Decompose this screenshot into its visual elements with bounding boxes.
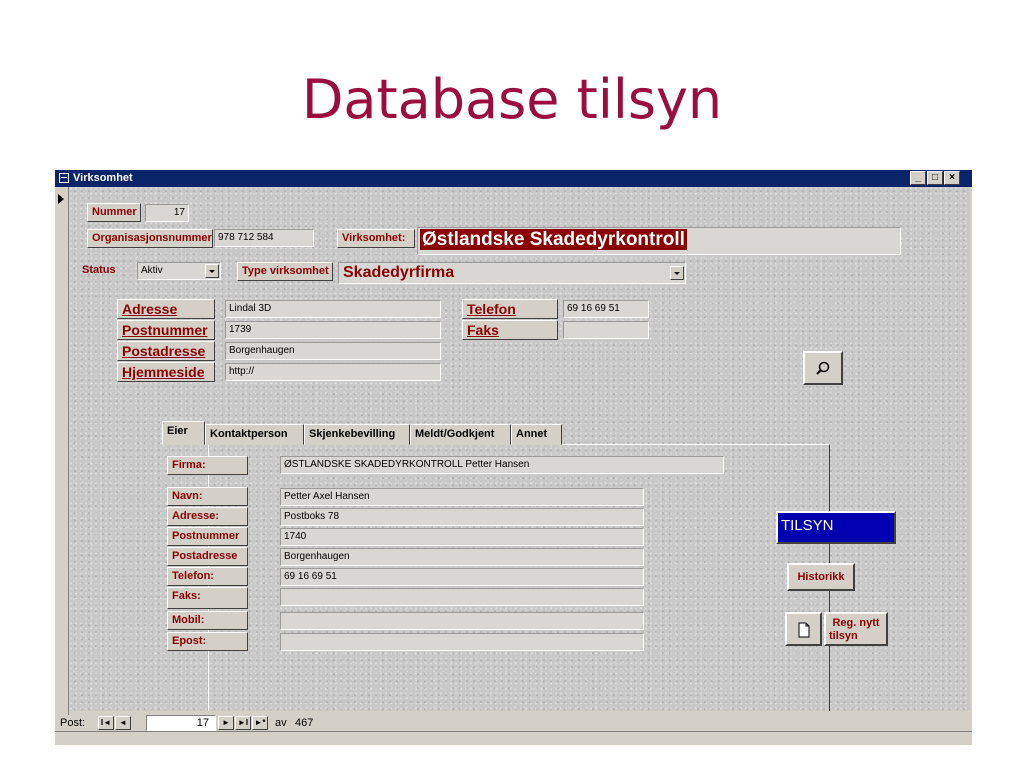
- nummer-label: Nummer: [87, 203, 141, 222]
- tab-annet[interactable]: Annet: [511, 424, 562, 445]
- eier-faks-label: Faks:: [167, 587, 248, 609]
- new-page-icon: [798, 622, 809, 638]
- eier-epost-label: Epost:: [167, 632, 248, 651]
- orgnr-label: Organisasjonsnummer: [87, 229, 213, 248]
- close-button[interactable]: ×: [944, 171, 960, 185]
- orgnr-field[interactable]: 978 712 584: [214, 229, 314, 247]
- current-record-arrow-icon: [58, 194, 64, 204]
- status-label: Status: [82, 264, 116, 276]
- eier-faks-field[interactable]: [280, 588, 644, 606]
- eier-epost-field[interactable]: [280, 633, 644, 651]
- next-record-button[interactable]: ►: [218, 716, 234, 730]
- adresse-field[interactable]: Lindal 3D: [225, 300, 441, 318]
- maximize-button[interactable]: □: [927, 171, 943, 185]
- type-dropdown-chevron-down-icon[interactable]: [670, 266, 684, 280]
- adresse-label: Adresse: [117, 299, 215, 319]
- tab-kontaktperson[interactable]: Kontaktperson: [205, 424, 304, 445]
- virksomhet-label: Virksomhet:: [337, 229, 415, 248]
- eier-mobil-label: Mobil:: [167, 611, 248, 630]
- status-combo[interactable]: Aktiv: [137, 262, 221, 280]
- tab-skjenkebevilling[interactable]: Skjenkebevilling: [304, 424, 410, 445]
- of-label: av: [275, 717, 287, 729]
- postadresse-label: Postadresse: [117, 341, 215, 361]
- postadresse-field[interactable]: Borgenhaugen: [225, 342, 441, 360]
- nummer-field[interactable]: 17: [145, 204, 189, 222]
- eier-firma-label: Firma:: [167, 456, 248, 475]
- type-label: Type virksomhet: [237, 262, 333, 281]
- tilsyn-button[interactable]: TILSYN: [776, 511, 896, 544]
- eier-mobil-field[interactable]: [280, 612, 644, 630]
- minimize-button[interactable]: _: [910, 171, 926, 185]
- form-icon: [59, 173, 69, 183]
- window-titlebar[interactable]: Virksomhet _ □ ×: [55, 170, 972, 187]
- eier-adresse-label: Adresse:: [167, 507, 248, 526]
- telefon-field[interactable]: 69 16 69 51: [563, 300, 649, 318]
- form-body: Nummer 17 Organisasjonsnummer 978 712 58…: [70, 187, 970, 711]
- eier-telefon-field[interactable]: 69 16 69 51: [280, 568, 644, 586]
- magnifier-icon: [816, 361, 830, 375]
- eier-firma-field[interactable]: ØSTLANDSKE SKADEDYRKONTROLL Petter Hanse…: [280, 456, 724, 474]
- window-title: Virksomhet: [73, 172, 133, 184]
- postnummer-field[interactable]: 1739: [225, 321, 441, 339]
- post-label: Post:: [60, 717, 86, 729]
- slide-title: Database tilsyn: [301, 68, 723, 131]
- type-value: Skadedyrfirma: [343, 264, 455, 281]
- eier-adresse-field[interactable]: Postboks 78: [280, 508, 644, 526]
- window-bottom-bar: [55, 731, 972, 745]
- status-value: Aktiv: [141, 265, 163, 276]
- eier-navn-label: Navn:: [167, 487, 248, 506]
- reg-nytt-tilsyn-button[interactable]: Reg. nytt tilsyn: [824, 612, 888, 646]
- type-combo[interactable]: Skadedyrfirma: [338, 262, 686, 284]
- eier-postadresse-label: Postadresse: [167, 547, 248, 566]
- total-records: 467: [295, 717, 314, 729]
- current-record-field[interactable]: 17: [146, 715, 216, 731]
- previous-record-button[interactable]: ◄: [115, 716, 131, 730]
- eier-postadresse-field[interactable]: Borgenhaugen: [280, 548, 644, 566]
- last-record-button[interactable]: ►I: [235, 716, 251, 730]
- search-button[interactable]: [803, 351, 843, 385]
- first-record-button[interactable]: I◄: [98, 716, 114, 730]
- virksomhet-window: Virksomhet _ □ × Nummer 17 Organisasjons…: [55, 170, 972, 745]
- eier-navn-field[interactable]: Petter Axel Hansen: [280, 488, 644, 506]
- tab-meldt-godkjent[interactable]: Meldt/Godkjent: [410, 424, 511, 445]
- record-navigation: Post: I◄ ◄ 17 ► ►I ►* av 467: [55, 715, 972, 745]
- reg-nytt-line2: tilsyn: [829, 630, 858, 642]
- new-record-button[interactable]: ►*: [252, 716, 268, 730]
- status-dropdown-chevron-down-icon[interactable]: [205, 264, 219, 278]
- reg-nytt-line1: Reg. nytt: [832, 617, 880, 629]
- postnummer-label: Postnummer: [117, 320, 215, 340]
- faks-field[interactable]: [563, 321, 649, 339]
- faks-label: Faks: [462, 320, 558, 340]
- historikk-button[interactable]: Historikk: [787, 563, 855, 591]
- virksomhet-value: Østlandske Skadedyrkontroll: [420, 229, 687, 250]
- new-document-button[interactable]: [785, 612, 822, 646]
- hjemmeside-field[interactable]: http://: [225, 363, 441, 381]
- virksomhet-field[interactable]: Østlandske Skadedyrkontroll: [417, 227, 901, 255]
- hjemmeside-label: Hjemmeside: [117, 362, 215, 382]
- tab-eier[interactable]: Eier: [162, 421, 205, 445]
- eier-telefon-label: Telefon:: [167, 567, 248, 586]
- telefon-label: Telefon: [462, 299, 558, 319]
- eier-postnummer-label: Postnummer: [167, 527, 248, 546]
- record-selector[interactable]: [55, 187, 69, 721]
- eier-postnummer-field[interactable]: 1740: [280, 528, 644, 546]
